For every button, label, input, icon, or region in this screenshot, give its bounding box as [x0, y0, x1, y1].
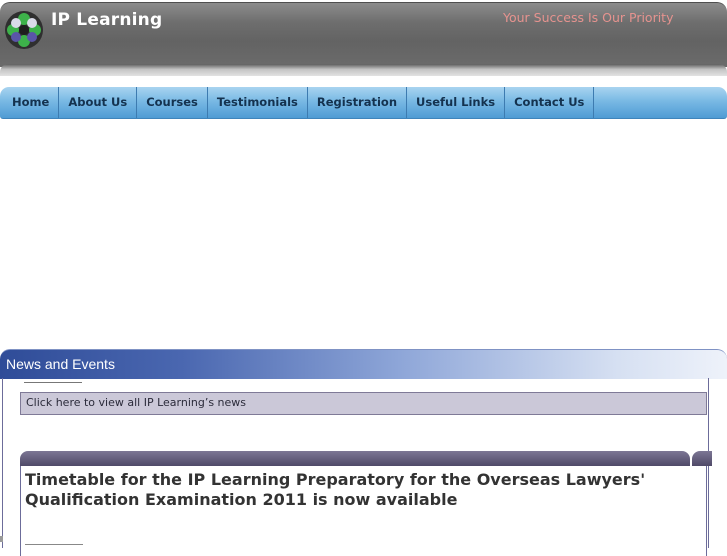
ip-learning-logo-icon[interactable]: [4, 10, 44, 50]
view-all-news-bar: Click here to view all IP Learning’s new…: [20, 392, 707, 415]
news-heading: News and Events: [6, 356, 115, 372]
news-item: Timetable for the IP Learning Preparator…: [20, 466, 707, 556]
news-and-events-header: News and Events: [0, 349, 727, 379]
tagline: Your Success Is Our Priority: [503, 10, 674, 25]
site-header: IP Learning Your Success Is Our Priority: [0, 0, 727, 78]
nav-item-contact-us[interactable]: Contact Us: [505, 87, 595, 118]
news-item-tab: [20, 451, 690, 466]
nav-item-testimonials[interactable]: Testimonials: [208, 87, 308, 118]
nav-item-about-us[interactable]: About Us: [59, 87, 138, 118]
divider: [24, 382, 82, 383]
view-all-news-link[interactable]: Click here to view all IP Learning’s new…: [26, 396, 246, 409]
scroll-marker: [0, 536, 3, 542]
news-item-title[interactable]: Timetable for the IP Learning Preparator…: [25, 470, 695, 510]
header-divider: [0, 64, 727, 76]
news-item-tab-corner: [692, 451, 712, 466]
nav-item-useful-links[interactable]: Useful Links: [407, 87, 506, 118]
nav-item-registration[interactable]: Registration: [308, 87, 408, 118]
brand-name[interactable]: IP Learning: [51, 10, 162, 30]
nav-item-home[interactable]: Home: [0, 87, 60, 118]
main-nav: Home About Us Courses Testimonials Regis…: [0, 87, 727, 119]
news-panel: Click here to view all IP Learning’s new…: [0, 378, 727, 556]
nav-item-courses[interactable]: Courses: [137, 87, 208, 118]
